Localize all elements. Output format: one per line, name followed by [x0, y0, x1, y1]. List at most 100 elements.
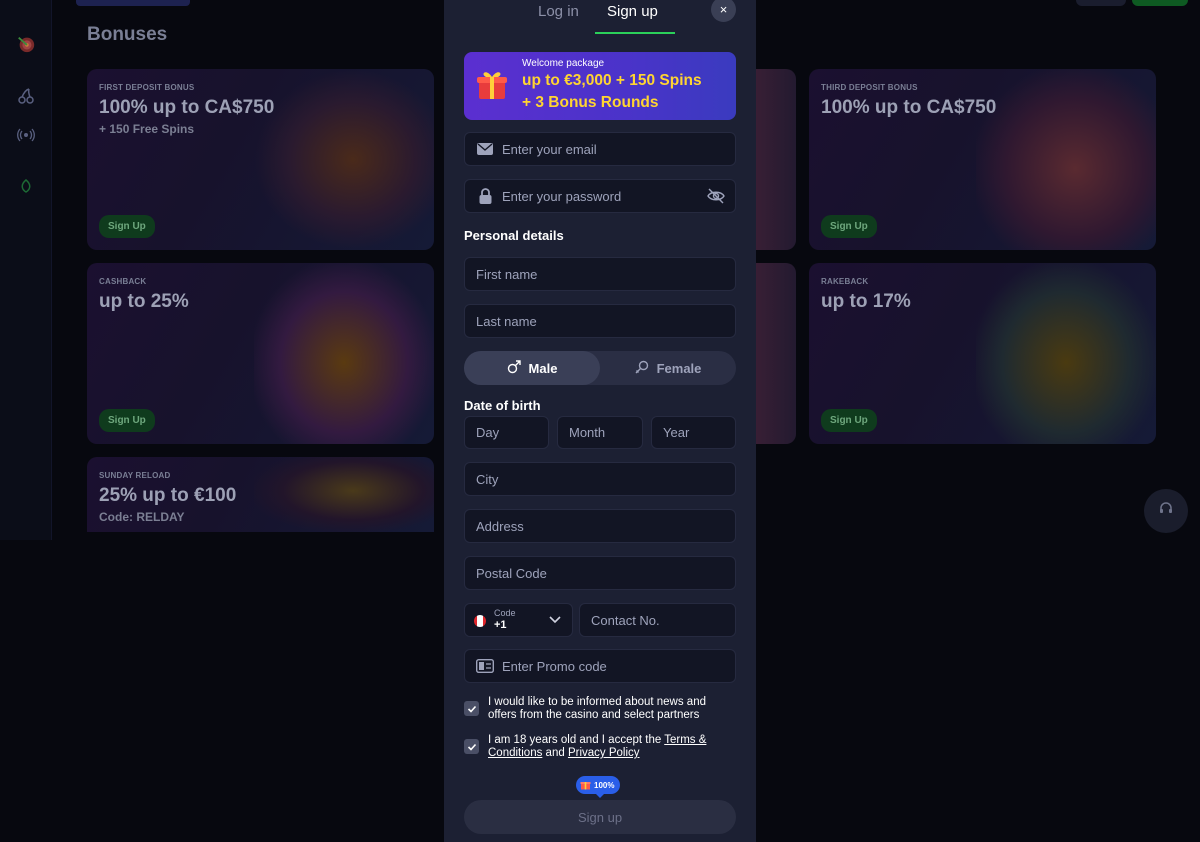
dob-month-select[interactable]: Month [557, 416, 643, 449]
casino-logo[interactable] [76, 0, 190, 6]
bonus-illustration [975, 263, 1156, 444]
bonus-card-peek [752, 69, 796, 250]
country-code-select[interactable]: Code +1 [464, 603, 573, 637]
male-symbol-icon [507, 359, 521, 377]
close-icon: × [719, 2, 728, 17]
left-sidebar [0, 0, 52, 540]
city-placeholder: City [476, 471, 499, 487]
envelope-icon [476, 140, 494, 158]
checkmark-icon [467, 743, 476, 751]
gift-icon [474, 66, 512, 109]
first-name-placeholder: First name [476, 266, 538, 282]
last-name-placeholder: Last name [476, 313, 537, 329]
card-headline: 100% up to CA$750 [821, 97, 997, 118]
card-signup-button[interactable]: Sign Up [99, 215, 155, 238]
welcome-package-banner: Welcome package up to €3,000 + 150 Spins… [464, 52, 736, 120]
gender-male-option[interactable]: Male [464, 351, 600, 385]
checkmark-icon [467, 705, 476, 713]
eye-off-icon[interactable] [707, 188, 725, 207]
card-signup-button[interactable]: Sign Up [821, 215, 877, 238]
promo-kicker: Welcome package [522, 58, 605, 69]
gender-female-label: Female [656, 360, 702, 376]
header-signup-button[interactable] [1132, 0, 1188, 6]
age-consent-text: I am 18 years old and I accept the Terms… [488, 734, 736, 760]
contact-number-placeholder: Contact No. [591, 612, 660, 628]
tab-login[interactable]: Log in [538, 3, 579, 20]
bonus-card-rakeback[interactable]: RAKEBACK up to 17% Sign Up [809, 263, 1156, 444]
address-placeholder: Address [476, 518, 524, 534]
card-signup-button[interactable]: Sign Up [821, 409, 877, 432]
news-consent-text: I would like to be informed about news a… [488, 696, 706, 721]
last-name-field[interactable]: Last name [464, 304, 736, 338]
dob-day-select[interactable]: Day [464, 416, 549, 449]
postal-code-placeholder: Postal Code [476, 565, 547, 581]
signup-submit-button[interactable]: Sign up [464, 800, 736, 834]
privacy-policy-link[interactable]: Privacy Policy [568, 747, 640, 759]
card-headline: 100% up to CA$750 [99, 97, 275, 118]
email-field[interactable]: Enter your email [464, 132, 736, 166]
tab-signup[interactable]: Sign up [607, 3, 658, 20]
headset-icon [1158, 501, 1174, 522]
canada-flag-icon [474, 615, 486, 627]
promo-code-placeholder: Enter Promo code [502, 658, 607, 674]
personal-details-heading: Personal details [464, 228, 564, 243]
gender-toggle: Male Female [464, 351, 736, 385]
gender-female-option[interactable]: Female [600, 351, 736, 385]
support-chat-button[interactable] [1144, 489, 1188, 533]
dob-day-placeholder: Day [476, 425, 500, 440]
header-login-button[interactable] [1076, 0, 1126, 6]
signup-modal: Log in Sign up × Welcome package up to €… [444, 0, 756, 842]
live-broadcast-icon[interactable] [16, 125, 36, 145]
bonus-card-third-deposit[interactable]: THIRD DEPOSIT BONUS 100% up to CA$750 Si… [809, 69, 1156, 250]
bonus-illustration [253, 69, 434, 250]
auth-tabs: Log in Sign up [444, 0, 756, 34]
dob-month-placeholder: Month [569, 425, 606, 440]
chevron-down-icon [548, 612, 562, 629]
promo-subheadline: + 3 Bonus Rounds [522, 94, 659, 111]
age-consent-checkbox[interactable] [464, 739, 479, 754]
card-tag: FIRST DEPOSIT BONUS [99, 83, 195, 92]
gift-icon [580, 779, 591, 792]
gender-male-label: Male [528, 360, 558, 376]
promo-code-field[interactable]: Enter Promo code [464, 649, 736, 683]
bonus-card-cashback[interactable]: CASHBACK up to 25% Sign Up [87, 263, 434, 444]
bonus-illustration [253, 263, 434, 444]
bonus-card-first-deposit[interactable]: FIRST DEPOSIT BONUS 100% up to CA$750 + … [87, 69, 434, 250]
card-signup-button[interactable]: Sign Up [99, 409, 155, 432]
dob-year-select[interactable]: Year [651, 416, 736, 449]
bonus-illustration [253, 457, 434, 532]
cherries-icon[interactable] [16, 86, 36, 106]
email-placeholder: Enter your email [502, 141, 597, 157]
postal-code-field[interactable]: Postal Code [464, 556, 736, 590]
age-consent-joiner: and [545, 747, 565, 759]
female-symbol-icon [635, 360, 649, 377]
contact-number-field[interactable]: Contact No. [579, 603, 736, 637]
voucher-icon [476, 657, 494, 675]
active-tab-indicator [595, 32, 675, 34]
country-code-value: +1 [494, 619, 507, 631]
card-tag: RAKEBACK [821, 277, 869, 286]
address-field[interactable]: Address [464, 509, 736, 543]
country-code-label: Code [494, 608, 516, 618]
password-field[interactable]: Enter your password [464, 179, 736, 213]
bonus-card-sunday-reload[interactable]: SUNDAY RELOAD 25% up to €100 Code: RELDA… [87, 457, 434, 532]
city-field[interactable]: City [464, 462, 736, 496]
card-headline: up to 25% [99, 291, 189, 312]
card-headline: up to 17% [821, 291, 911, 312]
card-headline: 25% up to €100 [99, 485, 237, 506]
card-subtitle: + 150 Free Spins [99, 122, 195, 136]
page-title: Bonuses [87, 24, 168, 45]
leaf-icon[interactable] [16, 176, 36, 196]
date-of-birth-heading: Date of birth [464, 398, 541, 413]
news-consent-checkbox[interactable] [464, 701, 479, 716]
lock-icon [476, 187, 494, 205]
bonus-card-peek [752, 263, 796, 444]
target-icon[interactable] [16, 34, 36, 54]
first-name-field[interactable]: First name [464, 257, 736, 291]
bonus-illustration [975, 69, 1156, 250]
dob-year-placeholder: Year [663, 425, 690, 440]
card-subtitle: Code: RELDAY [99, 510, 185, 524]
card-tag: THIRD DEPOSIT BONUS [821, 83, 918, 92]
card-tag: SUNDAY RELOAD [99, 471, 171, 480]
password-placeholder: Enter your password [502, 188, 622, 204]
